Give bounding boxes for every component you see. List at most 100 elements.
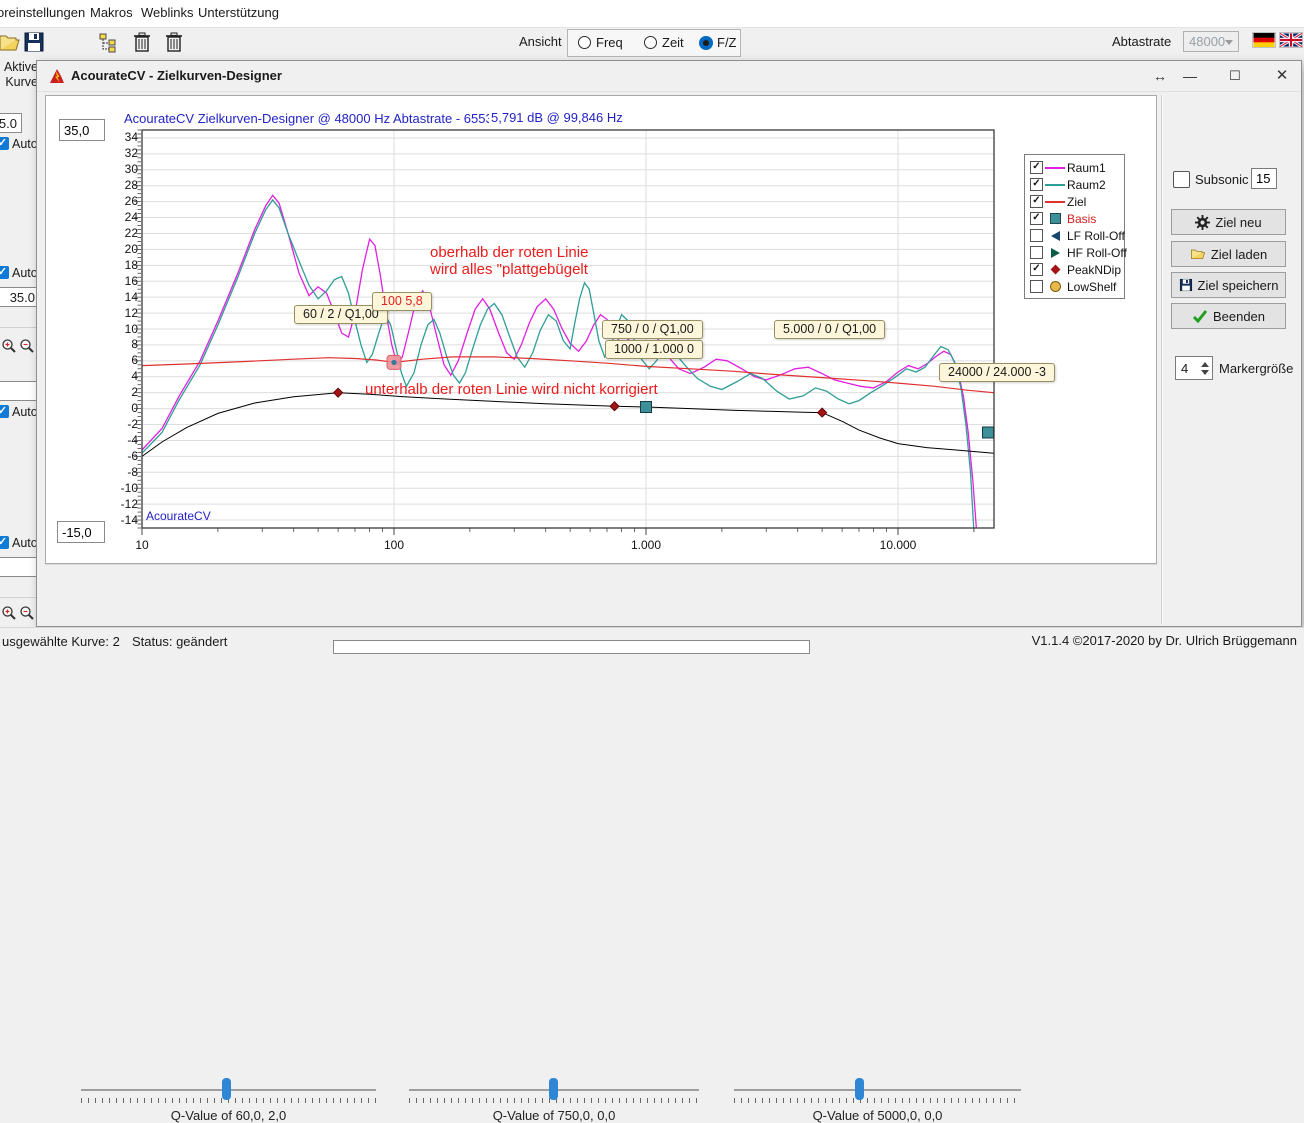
auto-checkbox-4[interactable]: ✓ [0,536,9,549]
legend-label: Basis [1067,212,1096,226]
tri-left-symbol-icon [1043,231,1067,241]
app-icon [49,68,65,84]
zoom-in-icon[interactable] [1,338,17,354]
ziel-speichern-button[interactable]: Ziel speichern [1171,272,1286,298]
radio-fz[interactable] [699,36,713,53]
chart-watermark: AcourateCV [146,509,211,523]
subsonic-label: Subsonic [1195,172,1248,187]
abtastrate-select[interactable]: 48000 [1183,31,1239,52]
dialog-titlebar[interactable]: AcourateCV - Zielkurven-Designer ↔ — ☐ ✕ [37,61,1301,92]
legend-checkbox-peakndip[interactable]: ✓ [1030,263,1043,276]
auto-checkbox-2[interactable]: ✓ [0,266,9,279]
y-max-input[interactable] [59,119,105,141]
legend-checkbox-basis[interactable]: ✓ [1030,212,1043,225]
legend-label: Raum2 [1067,178,1106,192]
axis-value-input-cut[interactable]: .0 [0,381,40,401]
legend-row: LowShelf [1030,278,1124,295]
aktive-kurve-label: Aktive Kurve [0,60,38,90]
ziel-laden-button[interactable]: Ziel laden [1171,241,1286,267]
peakndip-marker[interactable] [610,402,619,411]
close-button[interactable]: ✕ [1267,65,1297,87]
save-icon[interactable] [23,31,47,55]
statusbar: usgewählte Kurve: 2 Status: geändert V1.… [0,627,1304,654]
minimize-button[interactable]: — [1175,65,1205,87]
legend-checkbox-lf-roll-off[interactable] [1030,229,1043,242]
value-tooltip-chip: 5.000 / 0 / Q1,00 [774,320,885,339]
ziel-neu-button[interactable]: Ziel neu [1171,209,1286,235]
legend-checkbox-ziel[interactable]: ✓ [1030,195,1043,208]
folder-open-icon [1190,247,1206,261]
menu-item-unterstuetzung[interactable]: Unterstützung [198,5,279,20]
legend-checkbox-raum2[interactable]: ✓ [1030,178,1043,191]
value-tooltip-chip: 1000 / 1.000 0 [605,340,703,359]
tri-right-symbol-icon [1043,248,1067,258]
zoom-out-icon-2[interactable] [19,605,35,621]
radio-zeit[interactable] [644,36,657,52]
auto-checkbox-3[interactable]: ✓ [0,405,9,418]
q-value-sliders: Q-Value of 60,0, 2,0Q-Value of 750,0, 0,… [45,564,1157,625]
status-progress-box [333,640,810,654]
legend-checkbox-raum1[interactable]: ✓ [1030,161,1043,174]
legend-label: LowShelf [1067,280,1116,294]
peakndip-marker[interactable] [334,388,343,397]
red-annotation: unterhalb der roten Linie wird nicht kor… [365,381,658,398]
line-symbol-icon [1043,201,1067,203]
slider-track[interactable] [734,1089,1021,1091]
uk-flag-icon[interactable] [1280,33,1302,47]
menu-item-voreinstellungen[interactable]: oreinstellungen [0,5,85,20]
delete-all-icon[interactable] [163,31,187,55]
abtastrate-value: 48000 [1189,34,1225,49]
zoom-out-icon[interactable] [19,338,35,354]
delete-icon[interactable] [131,31,155,55]
legend-row: ✓PeakNDip [1030,261,1124,278]
legend-checkbox-hf-roll-off[interactable] [1030,246,1043,259]
y-min-input[interactable] [57,521,105,543]
selected-point-dot [391,360,396,365]
subsonic-input[interactable] [1251,168,1277,189]
radio-zeit-label: Zeit [662,35,684,50]
slider-label: Q-Value of 750,0, 0,0 [409,1108,699,1123]
basis-handle-marker[interactable] [983,427,994,438]
spinner-down-icon[interactable] [1201,370,1209,375]
line-symbol-icon [1043,184,1067,186]
radio-freq-label: Freq [596,35,623,50]
circle-symbol-icon [1043,281,1067,292]
open-file-icon[interactable] [0,31,22,55]
radio-freq[interactable] [578,36,591,52]
basis-handle-marker[interactable] [641,402,652,413]
maximize-button[interactable]: ☐ [1220,65,1250,87]
legend-checkbox-lowshelf[interactable] [1030,280,1043,293]
german-flag-icon[interactable] [1253,33,1275,47]
axis-max-input-cut[interactable]: 5.0 [0,113,22,133]
subsonic-checkbox[interactable] [1173,171,1190,188]
slider-thumb[interactable] [222,1078,231,1100]
auto-label-3: Auto [12,405,38,419]
peakndip-marker[interactable] [818,408,827,417]
menu-item-weblinks[interactable]: Weblinks [141,5,194,20]
legend-row: ✓ Raum2 [1030,176,1124,193]
beenden-label: Beenden [1213,309,1265,324]
auto-label-1: Auto [12,137,38,151]
ansicht-radio-group: Freq Zeit F/Z [567,29,741,57]
slider-thumb[interactable] [549,1078,558,1100]
legend-label: HF Roll-Off [1067,246,1127,260]
strip-divider-2 [0,597,36,598]
axis-value2-input-cut[interactable]: 1.0 [0,557,40,577]
menu-item-makros[interactable]: Makros [90,5,133,20]
ansicht-label: Ansicht [519,34,562,49]
chevron-down-icon [1225,40,1233,45]
auto-label-4: Auto [12,536,38,550]
auto-label-2: Auto [12,266,38,280]
content-divider [1161,95,1162,624]
marker-size-spinner[interactable]: 4 [1175,356,1213,380]
dialog-title: AcourateCV - Zielkurven-Designer [71,68,282,83]
zoom-in-icon-2[interactable] [1,605,17,621]
auto-checkbox-1[interactable]: ✓ [0,137,9,150]
axis-min-input-cut[interactable]: 35.0 [0,287,40,307]
resize-horizontal-icon[interactable]: ↔ [1145,65,1175,87]
beenden-button[interactable]: Beenden [1171,303,1286,329]
curve-list-icon[interactable] [98,31,122,55]
slider-thumb[interactable] [855,1078,864,1100]
spinner-up-icon[interactable] [1201,362,1209,367]
value-tooltip-chip: 24000 / 24.000 -3 [939,363,1055,382]
